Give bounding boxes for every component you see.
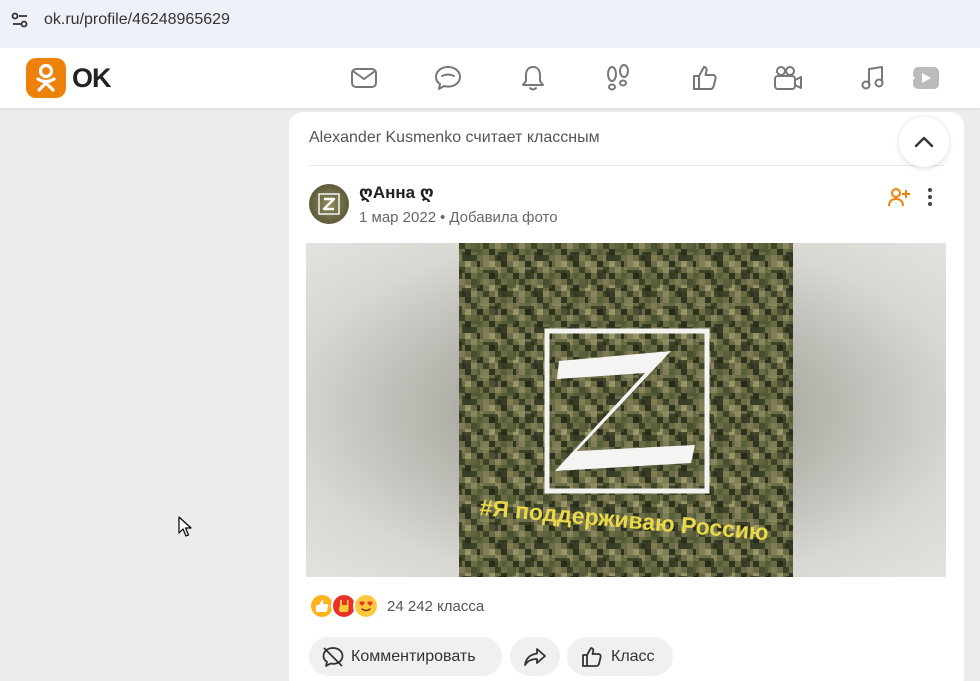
thumbs-up-outline-icon [582,646,602,667]
post-date[interactable]: 1 мар 2022 [359,209,436,226]
like-icon[interactable] [688,62,720,94]
like-button[interactable]: Класс [567,637,673,676]
footprints-icon[interactable] [602,62,634,94]
heart-eyes-icon [353,593,379,619]
mouse-cursor-icon [178,516,192,537]
url-text[interactable]: ok.ru/profile/46248965629 [44,11,230,29]
comment-off-icon [322,646,344,667]
ok-logo[interactable]: OK [26,58,111,98]
more-options-icon[interactable] [917,184,943,210]
meta-separator: • [440,209,446,226]
chevron-up-icon [914,136,934,148]
post-photo-frame[interactable]: #Я поддерживаю Россию [306,243,946,577]
play-icon[interactable] [906,62,942,94]
address-bar: ok.ru/profile/46248965629 [0,0,980,40]
post-meta: 1 мар 2022 • Добавила фото [359,209,558,226]
chat-icon[interactable] [432,62,464,94]
card-divider [309,165,944,166]
post-photo[interactable]: #Я поддерживаю Россию [459,243,793,577]
reactions-summary[interactable]: 24 242 класса [309,593,484,619]
ok-logo-icon [26,58,66,98]
bell-icon[interactable] [517,62,549,94]
mail-icon[interactable] [348,62,380,94]
video-camera-icon[interactable] [772,62,804,94]
post-action: Добавила фото [449,209,558,226]
post-author[interactable]: ღАнна ღ [359,183,434,203]
like-button-label: Класс [611,647,655,665]
reactions-count[interactable]: 24 242 класса [387,598,484,615]
add-friend-icon[interactable] [886,184,912,210]
logo-text: OK [72,62,111,93]
share-button[interactable] [510,637,560,676]
address-bar-strip [0,40,980,48]
site-settings-icon[interactable] [8,8,32,32]
card-header[interactable]: Alexander Kusmenko считает классным [309,129,600,147]
share-icon [524,647,546,666]
site-header: OK [0,48,980,108]
music-icon[interactable] [857,62,889,94]
comment-button[interactable]: Комментировать [309,637,502,676]
comment-button-label: Комментировать [351,647,476,665]
scroll-to-top-button[interactable] [899,117,949,167]
avatar[interactable] [309,184,349,224]
feed-card: Alexander Kusmenko считает классным ღАнн… [289,112,964,681]
